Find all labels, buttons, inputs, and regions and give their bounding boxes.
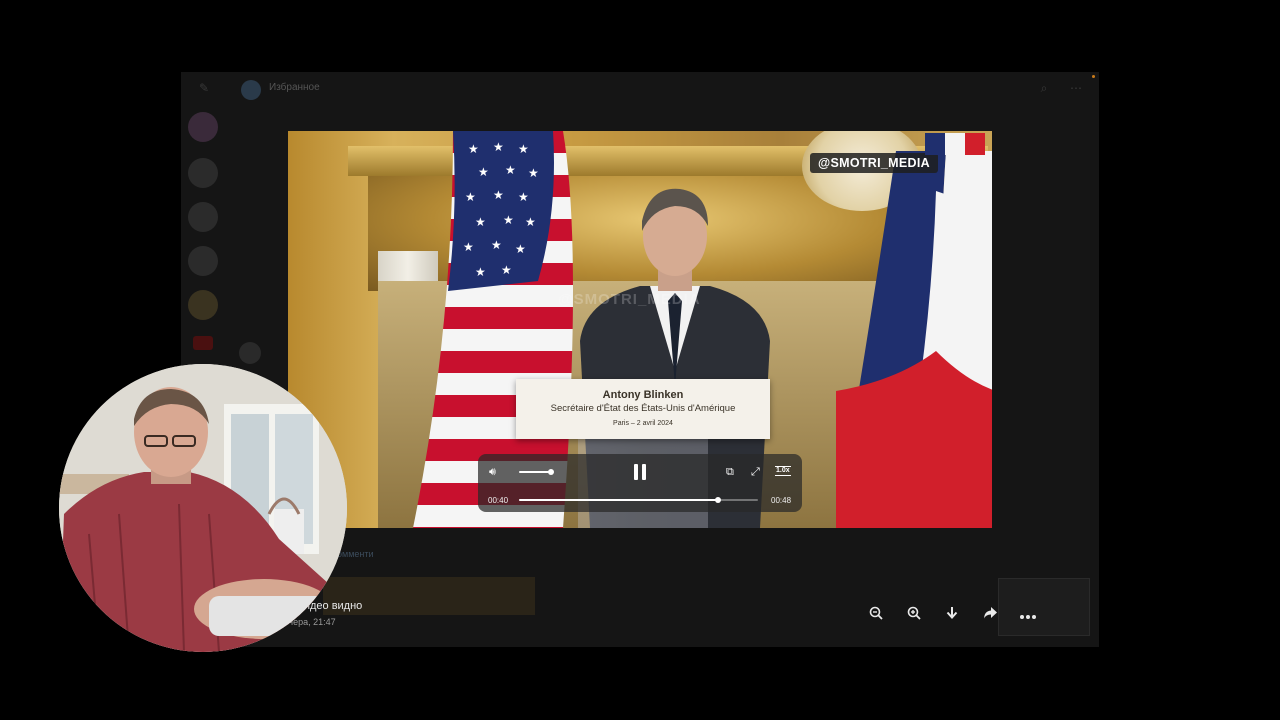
sidebar-avatar[interactable] [188, 290, 218, 320]
volume-icon[interactable]: 🔊︎ [489, 466, 496, 478]
svg-text:★: ★ [525, 215, 536, 229]
forward-icon[interactable] [979, 604, 1001, 626]
svg-text:★: ★ [515, 242, 526, 256]
sidebar-avatar[interactable] [188, 202, 218, 232]
chat-title: Избранное [269, 82, 320, 93]
svg-text:★: ★ [518, 190, 529, 204]
fullscreen-icon[interactable]: ⤢ [751, 466, 760, 478]
search-icon[interactable]: ⌕ [1037, 81, 1051, 95]
svg-text:★: ★ [518, 142, 529, 156]
sidebar-avatar[interactable] [188, 158, 218, 188]
zoom-in-icon[interactable] [903, 604, 925, 626]
svg-text:★: ★ [463, 240, 474, 254]
podium-date: Paris – 2 avril 2024 [613, 420, 673, 427]
menu-icon[interactable]: ⋯ [1069, 81, 1083, 95]
more-icon[interactable] [1017, 604, 1039, 626]
seek-bar[interactable] [519, 497, 758, 503]
svg-text:★: ★ [475, 215, 486, 229]
svg-text:★: ★ [503, 213, 514, 227]
notification-dot [1092, 75, 1095, 78]
chat-avatar [241, 80, 261, 100]
zoom-out-icon[interactable] [865, 604, 887, 626]
podium-name: Antony Blinken [602, 389, 684, 401]
time-current: 00:40 [488, 496, 509, 505]
volume-slider[interactable] [519, 471, 551, 473]
speed-button[interactable]: 1.0x [775, 466, 791, 476]
svg-text:★: ★ [501, 263, 512, 277]
svg-text:★: ★ [468, 142, 479, 156]
pip-icon[interactable]: ⧉ [726, 466, 734, 478]
video-watermark: @SMOTRI_MEDIA [558, 291, 701, 308]
french-gov-logo [925, 133, 985, 155]
webcam-bubble[interactable] [59, 364, 347, 652]
svg-text:★: ★ [491, 238, 502, 252]
podium-role: Secrétaire d'État des États-Unis d'Améri… [550, 403, 736, 414]
svg-text:★: ★ [465, 190, 476, 204]
youtube-icon[interactable] [193, 336, 213, 350]
seek-progress [519, 499, 719, 501]
volume-handle[interactable] [548, 469, 554, 475]
sidebar-avatar[interactable] [188, 246, 218, 276]
time-total: 00:48 [771, 496, 792, 505]
download-icon[interactable] [941, 604, 963, 626]
message-avatar [239, 342, 261, 364]
webcam-presenter [59, 364, 347, 652]
mini-preview [998, 578, 1090, 636]
compose-icon[interactable]: ✎ [197, 81, 211, 95]
svg-text:★: ★ [475, 265, 486, 279]
player-controls: 🔊︎ ⧉ ⤢ 1.0x 00:40 00:48 [478, 454, 802, 512]
svg-text:★: ★ [493, 140, 504, 154]
svg-text:★: ★ [493, 188, 504, 202]
france-flag [836, 151, 992, 528]
podium-sign: Antony Blinken Secrétaire d'État des Éta… [516, 379, 770, 439]
svg-text:★: ★ [505, 163, 516, 177]
pause-button[interactable] [633, 464, 647, 480]
chat-header: ✎ Избранное ⌕ ⋯ [181, 72, 1099, 104]
channel-tag: @SMOTRI_MEDIA [810, 153, 938, 173]
svg-text:★: ★ [478, 165, 489, 179]
seek-handle[interactable] [715, 497, 722, 503]
svg-text:★: ★ [528, 166, 539, 180]
sidebar-avatar[interactable] [188, 112, 218, 142]
